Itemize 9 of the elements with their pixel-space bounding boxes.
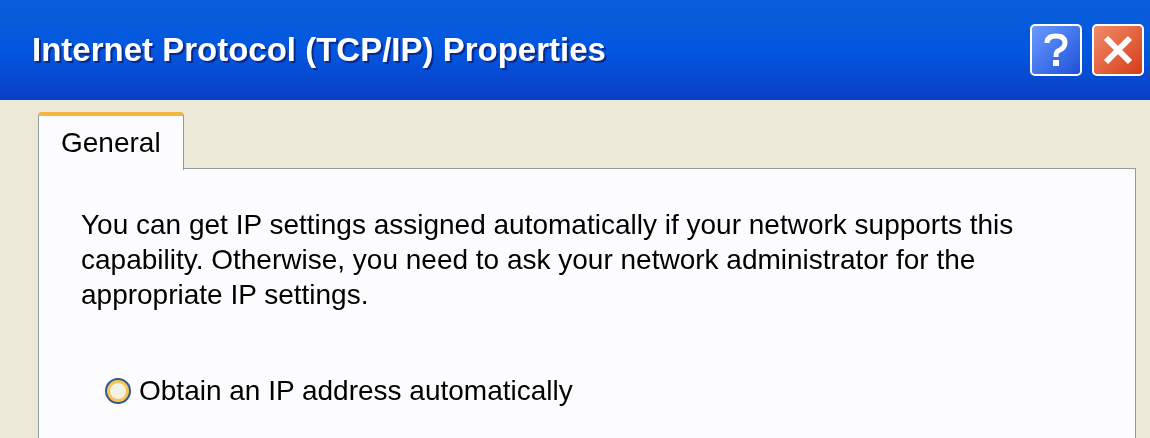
window-title: Internet Protocol (TCP/IP) Properties [32, 30, 607, 71]
description-text: You can get IP settings assigned automatically if your network supports this capability. Otherwise, you need to ask your network administrator for the appropriate IP settings. [81, 208, 1015, 312]
close-button[interactable] [1092, 24, 1144, 76]
tab[interactable]: General [38, 112, 184, 170]
radio-button[interactable] [105, 378, 131, 404]
help-button[interactable] [1030, 24, 1082, 76]
help-icon [1043, 33, 1069, 67]
option-label: Obtain an IP address automatically [139, 374, 573, 408]
close-icon [1103, 35, 1133, 65]
